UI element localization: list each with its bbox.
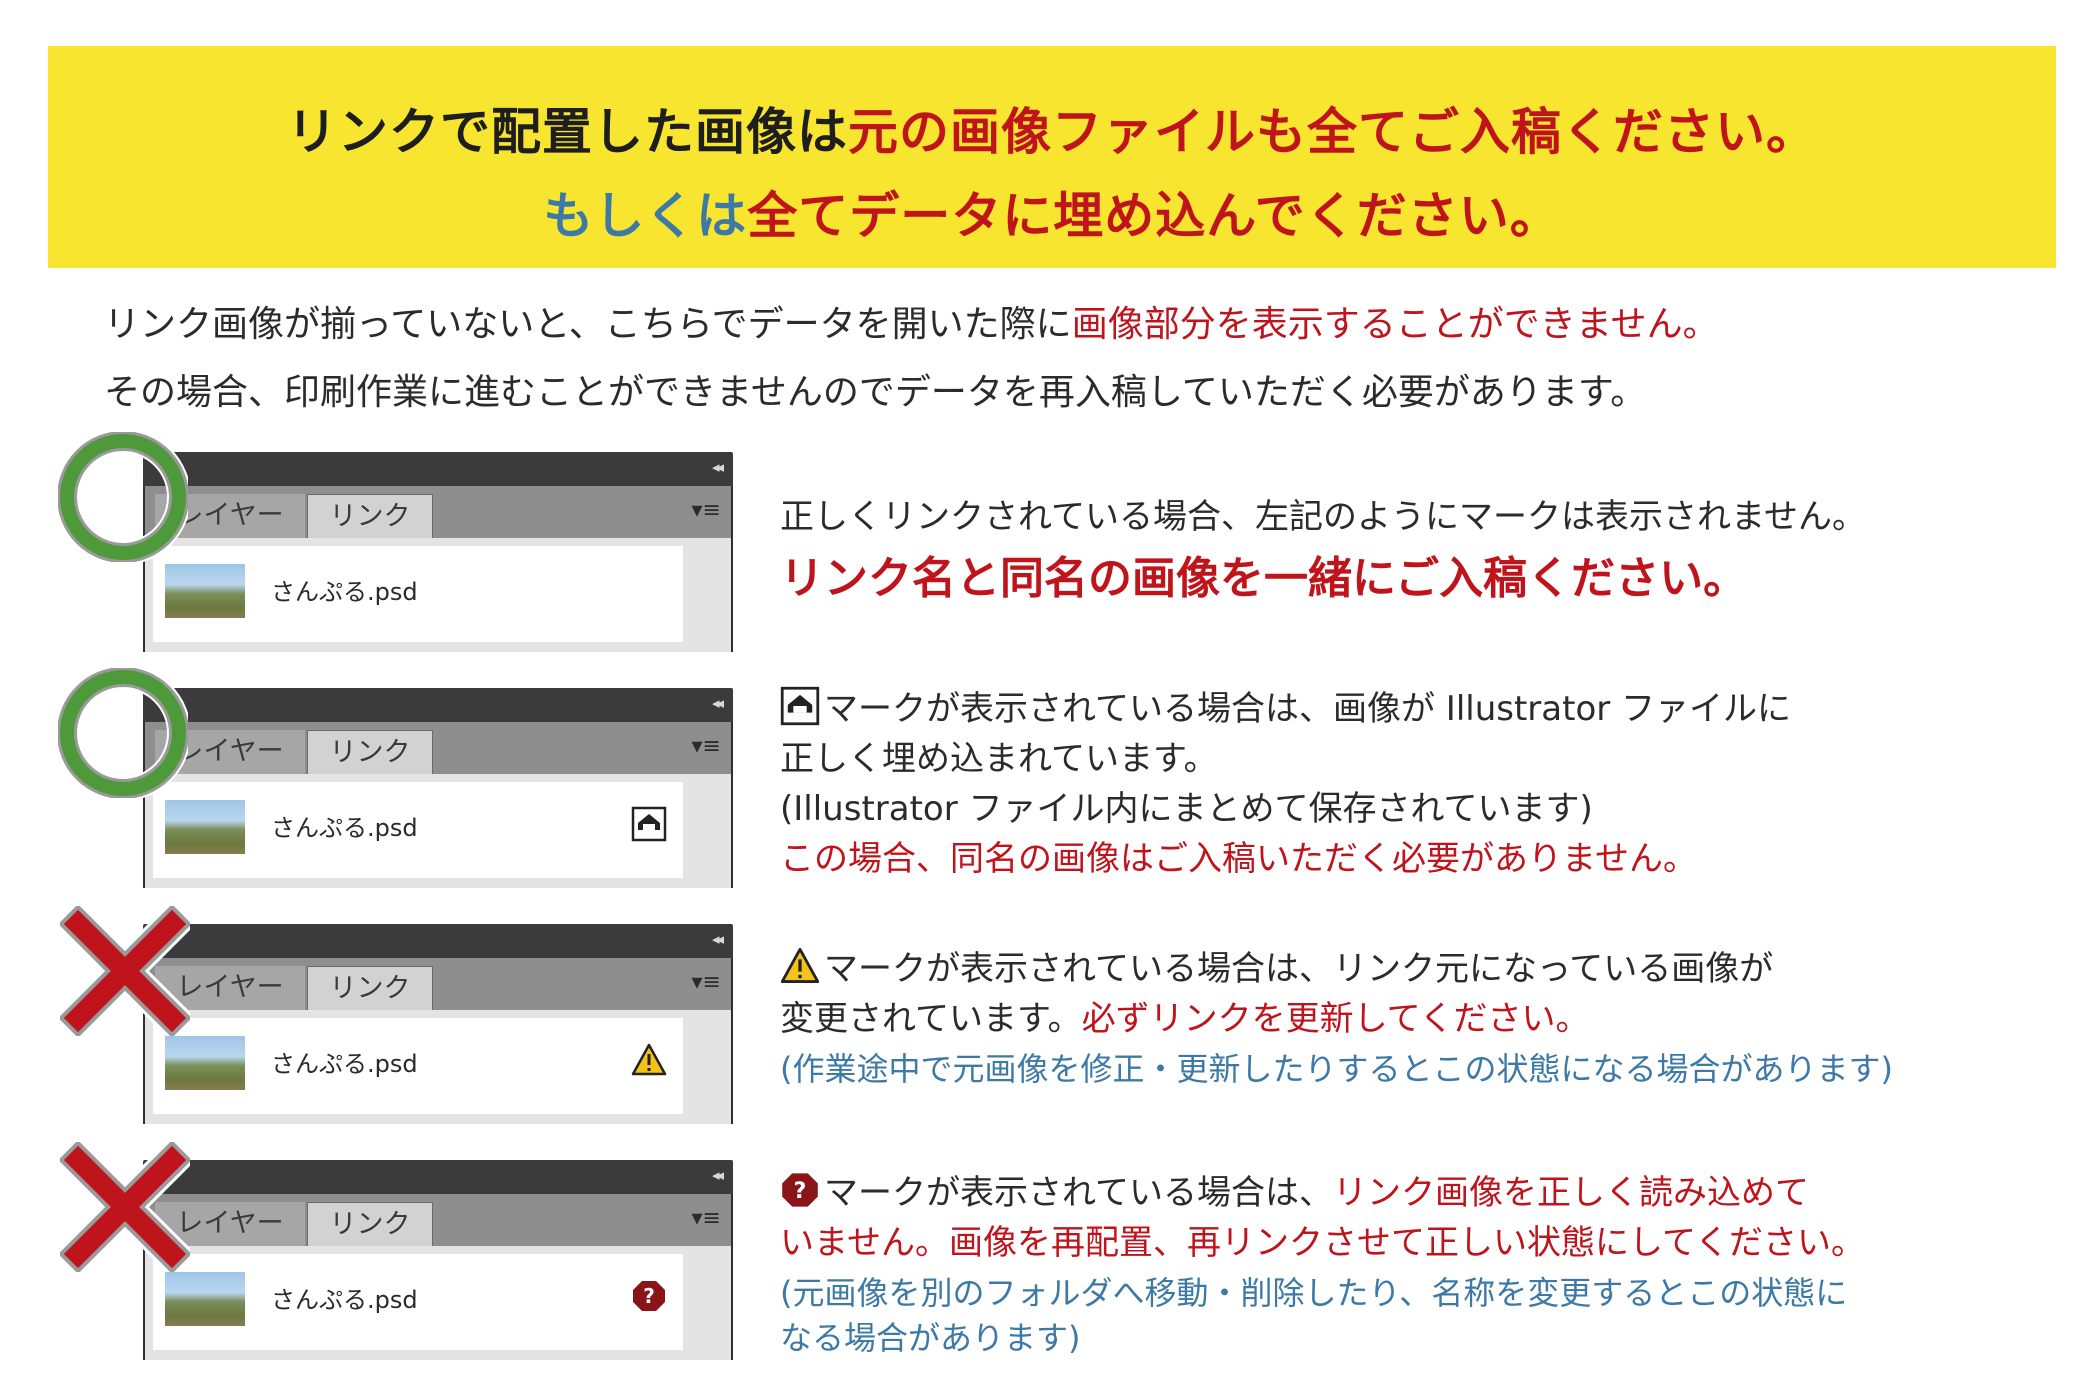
case-2-line-1-text: マークが表示されている場合は、画像が Illustrator ファイルに	[824, 689, 1792, 729]
case-3-line-2-lead: 変更されています。	[780, 999, 1082, 1039]
panel-body: さんぷる.psd ?	[143, 1246, 733, 1360]
panel-titlebar: ◂◂	[143, 924, 733, 958]
banner-line-1-emphasis: 元の画像ファイルも全てご入稿ください。	[848, 103, 1817, 161]
panel-menu-icon[interactable]: ▾≡	[692, 734, 721, 759]
case-2-line-4: この場合、同名の画像はご入稿いただく必要がありません。	[780, 839, 1697, 879]
panel-titlebar: ◂◂	[143, 452, 733, 486]
list-item[interactable]: さんぷる.psd ?	[153, 1254, 683, 1350]
panel-titlebar: ◂◂	[143, 1160, 733, 1194]
case-4-line-1-lead: マークが表示されている場合は、	[824, 1173, 1333, 1213]
embedded-icon	[631, 806, 667, 842]
missing-link-icon: ?	[633, 1281, 665, 1311]
ok-circle-icon	[58, 668, 188, 798]
panel-menu-icon[interactable]: ▾≡	[692, 970, 721, 995]
case-4-line-1: ? マークが表示されている場合は、リンク画像を正しく読み込めて	[780, 1168, 1865, 1218]
ok-circle-icon	[58, 432, 188, 562]
svg-text:?: ?	[643, 1284, 655, 1308]
panel-menu-icon[interactable]: ▾≡	[692, 1206, 721, 1231]
intro-line-1: リンク画像が揃っていないと、こちらでデータを開いた際に画像部分を表示することがで…	[104, 295, 1719, 347]
list-item[interactable]: さんぷる.psd	[153, 782, 683, 878]
case-4-line-4: なる場合があります)	[780, 1319, 1081, 1357]
panel-body: さんぷる.psd	[143, 538, 733, 652]
intro-line-1-lead: リンク画像が揃っていないと、こちらでデータを開いた際に	[104, 304, 1072, 345]
case-2-line-1: マークが表示されている場合は、画像が Illustrator ファイルに	[780, 684, 1791, 734]
case-1-line-2: リンク名と同名の画像を一緒にご入稿ください。	[780, 553, 1748, 604]
banner-line-2-lead: もしくは	[543, 187, 748, 245]
link-filename: さんぷる.psd	[271, 1050, 418, 1078]
image-thumbnail	[165, 800, 245, 854]
list-item[interactable]: さんぷる.psd	[153, 1018, 683, 1114]
links-panel-4: ◂◂ レイヤー リンク ▾≡ さんぷる.psd ?	[143, 1160, 733, 1360]
image-thumbnail	[165, 564, 245, 618]
image-thumbnail	[165, 1272, 245, 1326]
case-2-line-2: 正しく埋め込まれています。	[780, 739, 1218, 779]
ng-cross-icon	[60, 1142, 190, 1272]
tab-links[interactable]: リンク	[307, 966, 433, 1011]
link-filename: さんぷる.psd	[271, 814, 418, 842]
case-4-line-1-emphasis: リンク画像を正しく読み込めて	[1332, 1173, 1809, 1213]
banner-line-1: リンクで配置した画像は元の画像ファイルも全てご入稿ください。	[48, 92, 2056, 164]
case-4-line-3: (元画像を別のフォルダへ移動・削除したり、名称を変更するとこの状態に	[780, 1274, 1848, 1312]
panel-titlebar: ◂◂	[143, 688, 733, 722]
list-item[interactable]: さんぷる.psd	[153, 546, 683, 642]
case-3-line-1: マークが表示されている場合は、リンク元になっている画像が	[780, 944, 1893, 994]
link-filename: さんぷる.psd	[271, 578, 418, 606]
warning-icon	[631, 1043, 667, 1076]
case-3-line-2-emphasis: 必ずリンクを更新してください。	[1081, 999, 1590, 1039]
case-4-line-2: いません。画像を再配置、再リンクさせて正しい状態にしてください。	[780, 1223, 1865, 1263]
image-thumbnail	[165, 1036, 245, 1090]
case-4-description: ? マークが表示されている場合は、リンク画像を正しく読み込めて いません。画像を…	[780, 1168, 1865, 1358]
banner-line-1-lead: リンクで配置した画像は	[287, 103, 848, 161]
links-panel-2: ◂◂ レイヤー リンク ▾≡ さんぷる.psd	[143, 688, 733, 888]
links-panel-1: ◂◂ レイヤー リンク ▾≡ さんぷる.psd	[143, 452, 733, 652]
warning-icon	[780, 947, 820, 983]
link-filename: さんぷる.psd	[271, 1286, 418, 1314]
ng-cross-icon	[60, 906, 190, 1036]
collapse-icon[interactable]: ◂◂	[712, 1166, 724, 1184]
case-3-line-2: 変更されています。必ずリンクを更新してください。	[780, 994, 1893, 1044]
case-3-line-3: (作業途中で元画像を修正・更新したりするとこの状態になる場合があります)	[780, 1050, 1893, 1088]
collapse-icon[interactable]: ◂◂	[712, 458, 724, 476]
panel-tab-row: レイヤー リンク ▾≡	[143, 722, 733, 775]
tab-links[interactable]: リンク	[307, 494, 433, 539]
collapse-icon[interactable]: ◂◂	[712, 694, 724, 712]
headline-banner: リンクで配置した画像は元の画像ファイルも全てご入稿ください。 もしくは全てデータ…	[48, 46, 2056, 268]
missing-link-icon: ?	[782, 1173, 818, 1207]
intro-line-1-emphasis: 画像部分を表示することができません。	[1071, 304, 1719, 345]
panel-menu-icon[interactable]: ▾≡	[692, 498, 721, 523]
banner-line-2-emphasis: 全てデータに埋め込んでください。	[747, 187, 1561, 245]
banner-line-2: もしくは全てデータに埋め込んでください。	[48, 176, 2056, 248]
case-3-description: マークが表示されている場合は、リンク元になっている画像が 変更されています。必ず…	[780, 944, 1893, 1094]
links-panel-3: ◂◂ レイヤー リンク ▾≡ さんぷる.psd	[143, 924, 733, 1124]
case-1-description: 正しくリンクされている場合、左記のようにマークは表示されません。 リンク名と同名…	[780, 492, 1866, 604]
embedded-icon	[780, 686, 820, 726]
tab-links[interactable]: リンク	[307, 730, 433, 775]
case-2-description: マークが表示されている場合は、画像が Illustrator ファイルに 正しく…	[780, 684, 1791, 884]
panel-tab-row: レイヤー リンク ▾≡	[143, 958, 733, 1011]
case-2-line-3: (Illustrator ファイル内にまとめて保存されています)	[780, 789, 1593, 829]
tab-links[interactable]: リンク	[307, 1202, 433, 1247]
panel-tab-row: レイヤー リンク ▾≡	[143, 486, 733, 539]
panel-body: さんぷる.psd	[143, 1010, 733, 1124]
panel-body: さんぷる.psd	[143, 774, 733, 888]
case-3-line-1-text: マークが表示されている場合は、リンク元になっている画像が	[824, 949, 1774, 989]
collapse-icon[interactable]: ◂◂	[712, 930, 724, 948]
case-1-line-1: 正しくリンクされている場合、左記のようにマークは表示されません。	[780, 497, 1866, 537]
panel-tab-row: レイヤー リンク ▾≡	[143, 1194, 733, 1247]
svg-text:?: ?	[794, 1178, 807, 1204]
intro-line-2: その場合、印刷作業に進むことができませんのでデータを再入稿していただく必要があり…	[104, 372, 1647, 413]
